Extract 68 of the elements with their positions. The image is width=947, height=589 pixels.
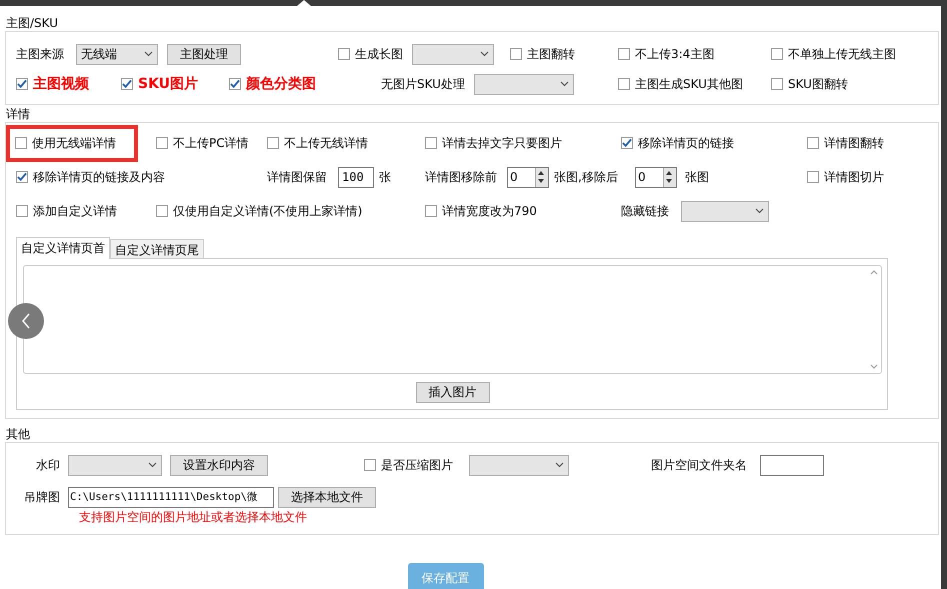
previous-arrow-button[interactable] <box>8 303 44 339</box>
checkbox[interactable]: SKU图片 <box>121 75 198 93</box>
checkbox[interactable]: 不上传无线详情 <box>267 134 368 152</box>
field-label: 水印 <box>36 456 60 474</box>
field-label: 吊牌图 <box>24 488 60 506</box>
caret-icon <box>144 51 153 57</box>
scroll-down-icon <box>870 364 878 369</box>
section-title: 主图/SKU <box>5 15 59 31</box>
hint-text: 支持图片空间的图片地址或者选择本地文件 <box>78 509 308 526</box>
checkbox[interactable]: 不上传3:4主图 <box>618 46 714 62</box>
caret-icon <box>555 462 564 468</box>
check-icon <box>122 79 132 89</box>
field-label: 详情图移除前 <box>425 168 497 186</box>
tab[interactable]: 自定义详情页尾 <box>110 239 204 259</box>
number-spinner[interactable]: 0 <box>635 166 677 188</box>
caret-icon <box>148 462 157 468</box>
action-button[interactable]: 选择本地文件 <box>278 486 376 508</box>
section-title: 其他 <box>5 426 31 442</box>
checkbox[interactable]: 主图翻转 <box>510 46 575 62</box>
dropdown[interactable]: 无线端 <box>76 44 158 64</box>
dropdown[interactable] <box>474 74 574 94</box>
checkbox[interactable]: 详情宽度改为790 <box>425 202 537 220</box>
field-label: 无图片SKU处理 <box>381 76 465 92</box>
field-label: 主图来源 <box>16 46 64 62</box>
action-button[interactable]: 设置水印内容 <box>170 454 268 476</box>
scroll-up-icon <box>870 270 878 275</box>
checkbox[interactable]: 添加自定义详情 <box>16 202 117 220</box>
check-icon <box>17 79 27 89</box>
field-label: 详情图保留 <box>267 168 327 186</box>
caret-icon <box>560 81 569 87</box>
caret-icon <box>755 208 764 214</box>
checkbox[interactable]: 详情图翻转 <box>807 134 884 152</box>
dropdown[interactable] <box>681 200 769 222</box>
check-icon <box>17 172 27 182</box>
checkbox[interactable]: 不上传PC详情 <box>156 134 249 152</box>
tab[interactable]: 自定义详情页首 <box>16 237 110 259</box>
checkbox[interactable]: 主图生成SKU其他图 <box>618 76 743 92</box>
dropdown[interactable] <box>68 454 162 476</box>
field-label: 图片空间文件夹名 <box>651 456 747 474</box>
caret-icon <box>480 51 489 57</box>
dropdown[interactable] <box>469 454 569 476</box>
checkbox[interactable]: 移除详情页的链接及内容 <box>16 168 165 186</box>
input-field[interactable] <box>760 454 824 476</box>
checkbox[interactable]: 生成长图 <box>338 46 403 62</box>
check-icon <box>230 79 240 89</box>
checkbox[interactable]: 移除详情页的链接 <box>621 134 734 152</box>
dropdown[interactable] <box>412 44 494 64</box>
checkbox[interactable]: 主图视频 <box>16 75 89 93</box>
action-button[interactable]: 主图处理 <box>167 44 241 64</box>
checkbox[interactable]: 详情去掉文字只要图片 <box>425 134 562 152</box>
number-spinner[interactable]: 0 <box>507 166 549 188</box>
field-label: 张 <box>379 168 391 186</box>
input-field[interactable]: 100 <box>338 166 374 188</box>
checkbox[interactable]: 颜色分类图 <box>229 75 316 93</box>
checkbox[interactable]: SKU图翻转 <box>771 76 848 92</box>
checkbox[interactable]: 详情图切片 <box>807 168 884 186</box>
insert-image-button[interactable]: 插入图片 <box>416 382 490 403</box>
field-label: 张图,移除后 <box>554 168 618 186</box>
checkbox[interactable]: 使用无线端详情 <box>15 134 116 152</box>
input-field[interactable]: C:\Users\1111111111\Desktop\微 <box>68 486 274 508</box>
checkbox[interactable]: 不单独上传无线主图 <box>771 46 896 62</box>
section-title: 详情 <box>5 106 31 122</box>
field-label: 隐藏链接 <box>621 202 669 220</box>
chevron-left-icon <box>21 313 31 329</box>
checkbox[interactable]: 是否压缩图片 <box>364 456 453 474</box>
checkbox[interactable]: 仅使用自定义详情(不使用上家详情) <box>156 202 362 220</box>
field-label: 张图 <box>685 168 709 186</box>
check-icon <box>622 138 632 148</box>
